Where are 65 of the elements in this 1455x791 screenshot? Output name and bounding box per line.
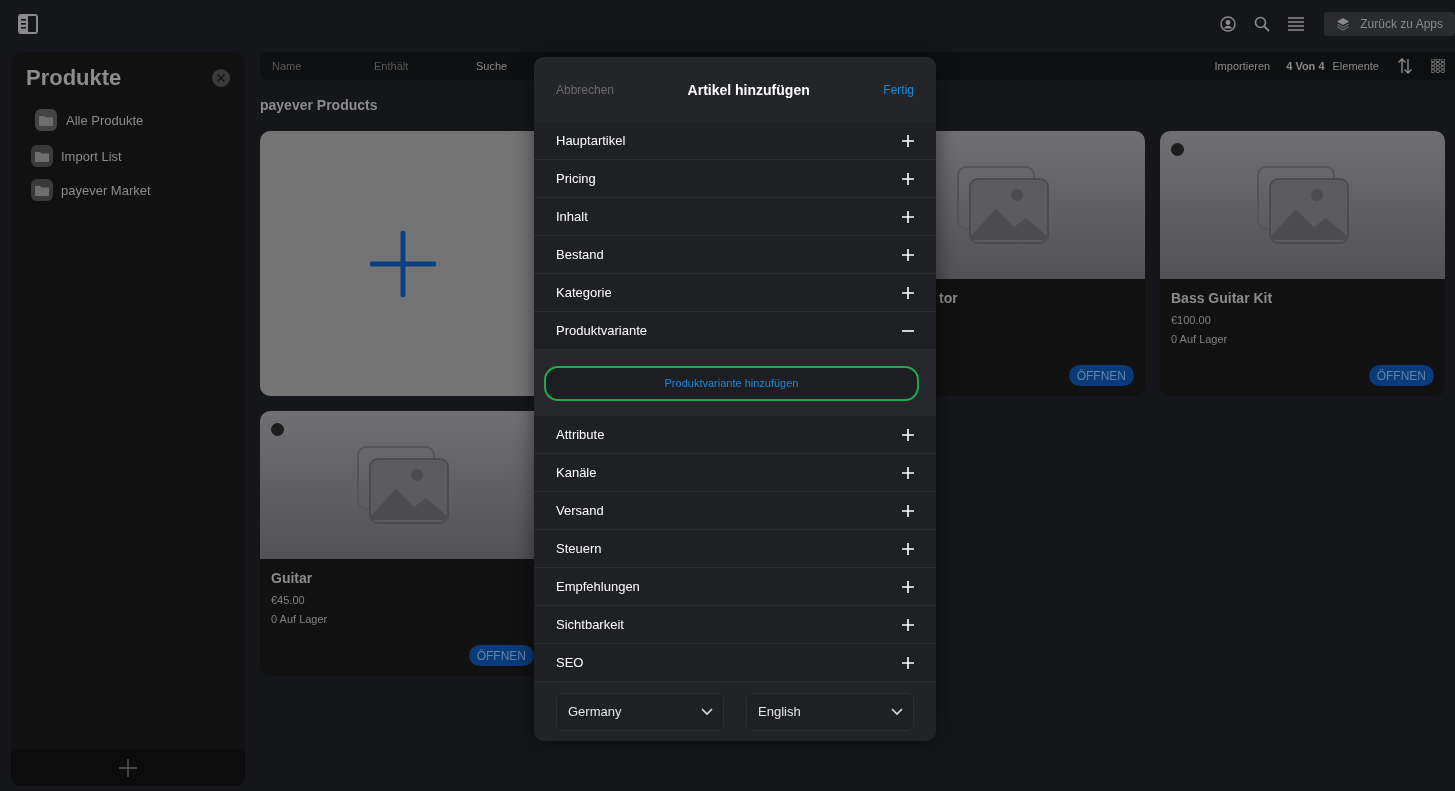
section-row[interactable]: Versand [534, 492, 936, 530]
add-icon[interactable] [119, 758, 137, 777]
country-select[interactable]: Germany [556, 692, 724, 731]
expand-icon [902, 172, 914, 185]
expand-icon [902, 286, 914, 299]
section-row[interactable]: Bestand [534, 236, 936, 274]
expand-icon [902, 248, 914, 261]
product-name: Bass Guitar Kit [1171, 290, 1274, 306]
expand-icon [902, 580, 914, 593]
expand-icon [902, 134, 914, 147]
select-dot[interactable] [1171, 143, 1184, 156]
menu-icon[interactable] [1288, 17, 1305, 31]
item-count: 4 Von 4 [1286, 60, 1325, 72]
profile-icon[interactable] [1220, 16, 1237, 32]
product-name: tor [939, 290, 958, 306]
expand-icon [902, 466, 914, 479]
section-row[interactable]: Empfehlungen [534, 568, 936, 606]
section-row[interactable]: Sichtbarkeit [534, 606, 936, 644]
chevron-down-icon [701, 707, 713, 716]
expand-icon [902, 542, 914, 555]
layers-icon [1336, 17, 1351, 31]
sidebar-item[interactable]: Alle Produkte [11, 103, 245, 139]
dialog-title: Artikel hinzufügen [687, 81, 810, 98]
sidebar-item[interactable]: payever Market [11, 173, 245, 207]
folder-icon [35, 150, 49, 162]
section-row[interactable]: Inhalt [534, 198, 936, 236]
sidebar-item[interactable]: Import List [11, 139, 245, 173]
image-placeholder-icon [956, 166, 1049, 244]
section-row[interactable]: Kanäle [534, 454, 936, 492]
section-title: payever Products [260, 97, 378, 113]
folder-icon [39, 114, 53, 126]
product-price: €100.00 [1171, 314, 1212, 326]
stock-label: 0 Auf Lager [271, 613, 329, 625]
expand-icon [902, 210, 914, 223]
search-icon[interactable] [1254, 16, 1271, 32]
item-count-label: Elemente [1332, 60, 1379, 72]
import-link[interactable]: Importieren [1214, 60, 1271, 72]
expand-icon [902, 504, 914, 517]
add-icon [369, 230, 436, 297]
section-row[interactable]: Produktvariante [534, 312, 936, 350]
image-placeholder-icon [356, 446, 449, 524]
folder-icon [35, 184, 49, 196]
sidebar-toggle-icon[interactable] [17, 13, 39, 35]
back-to-apps-button[interactable]: Zurück zu Apps [1324, 12, 1455, 36]
section-row[interactable]: Attribute [534, 416, 936, 454]
stock-label: 0 Auf Lager [1171, 333, 1229, 345]
product-name: Guitar [271, 570, 314, 586]
sort-icon[interactable] [1397, 58, 1413, 74]
sidebar-title: Produkte [26, 65, 122, 91]
section-row[interactable]: Kategorie [534, 274, 936, 312]
section-row[interactable]: Steuern [534, 530, 936, 568]
add-variant-button[interactable]: Produktvariante hinzufügen [544, 365, 919, 401]
grid-view-icon[interactable] [1431, 59, 1445, 73]
expand-icon [902, 656, 914, 669]
section-row[interactable]: Hauptartikel [534, 122, 936, 160]
expand-icon [902, 618, 914, 631]
image-placeholder-icon [1256, 166, 1349, 244]
done-link[interactable]: Fertig [883, 82, 914, 97]
select-dot[interactable] [271, 423, 284, 436]
section-row[interactable]: SEO [534, 644, 936, 682]
product-price: €45.00 [271, 594, 306, 606]
section-row[interactable]: Pricing [534, 160, 936, 198]
expand-icon [902, 428, 914, 441]
chevron-down-icon [891, 707, 903, 716]
language-select[interactable]: English [746, 692, 914, 731]
